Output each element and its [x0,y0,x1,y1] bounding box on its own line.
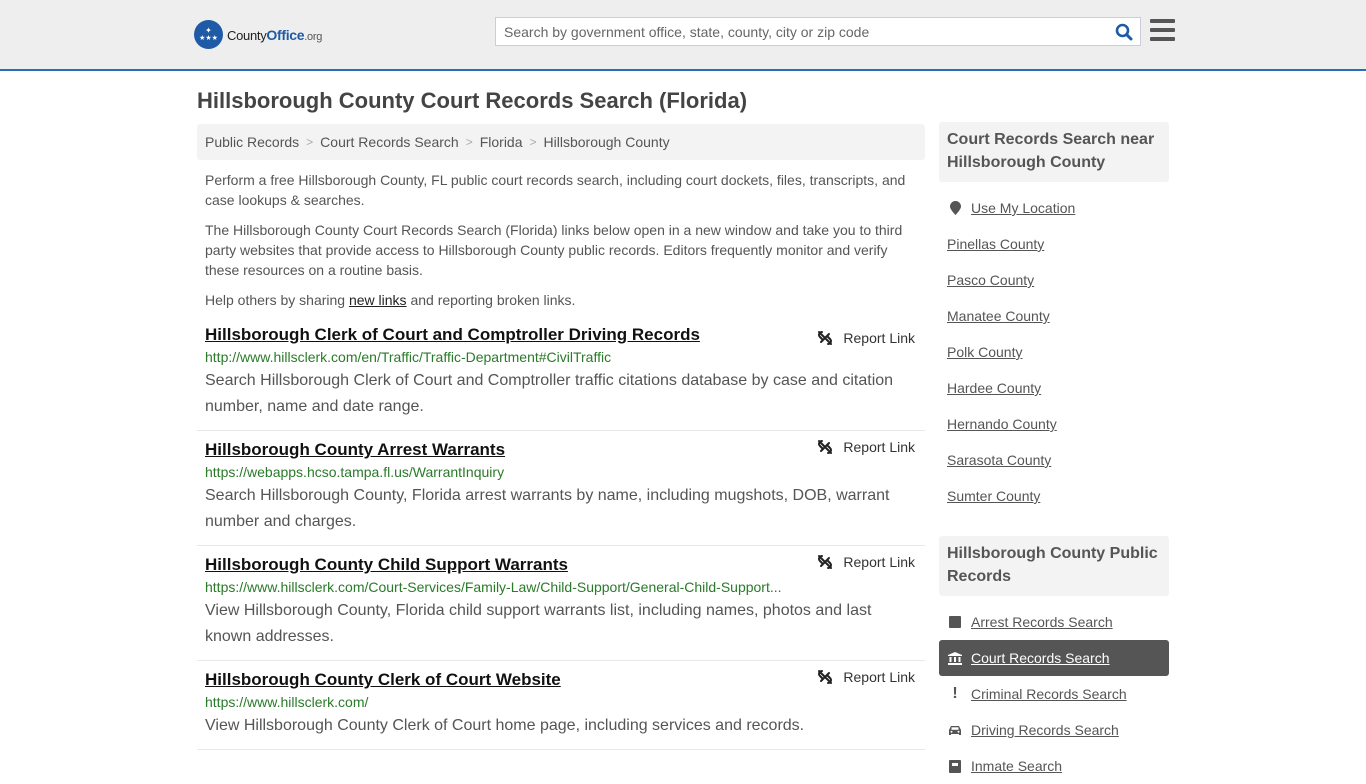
link-url[interactable]: https://www.hillsclerk.com/ [205,692,785,712]
search-bar [495,17,1141,46]
nearby-county-item: Hernando County [947,406,1161,442]
nearby-list: Use My Location Pinellas County Pasco Co… [939,190,1169,514]
driving-records-link[interactable]: Driving Records Search [971,722,1119,738]
new-links-link[interactable]: new links [349,292,407,308]
court-records-link[interactable]: Court Records Search [971,650,1110,666]
use-my-location-item: Use My Location [947,190,1161,226]
link-url[interactable]: https://www.hillsclerk.com/Court-Service… [205,577,785,597]
broken-link-icon [818,555,833,569]
breadcrumb-separator: > [529,135,537,149]
breadcrumb-florida[interactable]: Florida [480,134,523,150]
public-record-item-driving[interactable]: Driving Records Search [939,712,1169,748]
public-record-item-inmate[interactable]: Inmate Search [939,748,1169,784]
public-record-item-criminal[interactable]: ! Criminal Records Search [939,676,1169,712]
public-records-heading: Hillsborough County Public Records [939,536,1169,596]
nearby-county-link[interactable]: Hernando County [947,416,1057,432]
intro-paragraph-3: Help others by sharing new links and rep… [205,292,576,308]
link-description: Search Hillsborough Clerk of Court and C… [205,372,894,415]
logo-eagle-icon: ✦ ★★★ [194,20,223,49]
sidebar-public-records: Hillsborough County Public Records Arres… [939,536,1169,784]
link-item: Hillsborough County Clerk of Court Websi… [197,661,925,750]
report-link-button[interactable]: Report Link [817,669,915,685]
public-record-item-arrest[interactable]: Arrest Records Search [939,604,1169,640]
page-title: Hillsborough County Court Records Search… [197,88,748,113]
intro-text: Perform a free Hillsborough County, FL p… [197,170,925,310]
nearby-county-item: Sumter County [947,478,1161,514]
report-link-button[interactable]: Report Link [817,554,915,570]
nearby-county-item: Hardee County [947,370,1161,406]
breadcrumb-public-records[interactable]: Public Records [205,134,299,150]
nearby-county-link[interactable]: Polk County [947,344,1022,360]
car-icon [947,725,963,736]
nearby-county-link[interactable]: Hardee County [947,380,1041,396]
public-records-list: Arrest Records Search Court Records Sear… [939,604,1169,784]
intro-paragraph-1: Perform a free Hillsborough County, FL p… [205,172,906,208]
intro-paragraph-2: The Hillsborough County Court Records Se… [205,222,903,278]
nearby-county-link[interactable]: Pasco County [947,272,1034,288]
nearby-county-item: Polk County [947,334,1161,370]
link-item: Hillsborough County Child Support Warran… [197,546,925,661]
nearby-county-link[interactable]: Sumter County [947,488,1040,504]
report-link-button[interactable]: Report Link [817,330,915,346]
sidebar-nearby: Court Records Search near Hillsborough C… [939,122,1169,514]
link-description: View Hillsborough County Clerk of Court … [205,717,805,734]
link-description: Search Hillsborough County, Florida arre… [205,487,890,530]
nearby-county-item: Pinellas County [947,226,1161,262]
inmate-icon [947,759,963,773]
nearby-county-item: Manatee County [947,298,1161,334]
search-input[interactable] [496,18,1108,45]
breadcrumb-hillsborough-county[interactable]: Hillsborough County [544,134,670,150]
breadcrumb-court-records-search[interactable]: Court Records Search [320,134,459,150]
logo-text: CountyOffice.org [227,26,323,43]
breadcrumb: Public Records > Court Records Search > … [197,124,925,160]
nearby-county-link[interactable]: Pinellas County [947,236,1044,252]
link-url[interactable]: http://www.hillsclerk.com/en/Traffic/Tra… [205,347,785,367]
inmate-search-link[interactable]: Inmate Search [971,758,1062,774]
site-logo[interactable]: ✦ ★★★ CountyOffice.org [194,20,322,49]
breadcrumb-separator: > [465,135,473,149]
links-list: Hillsborough Clerk of Court and Comptrol… [197,323,925,750]
link-title[interactable]: Hillsborough County Arrest Warrants [205,438,505,462]
nearby-county-link[interactable]: Manatee County [947,308,1050,324]
top-header: ✦ ★★★ CountyOffice.org [0,0,1366,71]
search-button[interactable] [1108,18,1140,45]
broken-link-icon [818,440,833,454]
search-icon [1115,23,1133,40]
public-record-item-court[interactable]: Court Records Search [939,640,1169,676]
breadcrumb-separator: > [306,135,314,149]
criminal-records-link[interactable]: Criminal Records Search [971,686,1127,702]
broken-link-icon [818,331,833,345]
link-title[interactable]: Hillsborough County Clerk of Court Websi… [205,668,561,692]
link-url[interactable]: https://webapps.hcso.tampa.fl.us/Warrant… [205,462,785,482]
arrest-records-link[interactable]: Arrest Records Search [971,614,1113,630]
link-item: Hillsborough County Arrest Warrants Repo… [197,431,925,546]
main-content: Public Records > Court Records Search > … [197,124,925,750]
courthouse-icon [947,651,963,665]
hamburger-menu-icon[interactable] [1150,19,1175,41]
nearby-county-item: Pasco County [947,262,1161,298]
use-my-location-link[interactable]: Use My Location [971,200,1075,216]
report-link-button[interactable]: Report Link [817,439,915,455]
nearby-county-link[interactable]: Sarasota County [947,452,1051,468]
map-pin-icon [947,201,963,215]
broken-link-icon [818,670,833,684]
link-item: Hillsborough Clerk of Court and Comptrol… [197,323,925,431]
square-icon [947,616,963,628]
link-description: View Hillsborough County, Florida child … [205,602,872,645]
nearby-county-item: Sarasota County [947,442,1161,478]
link-title[interactable]: Hillsborough Clerk of Court and Comptrol… [205,323,700,347]
nearby-heading: Court Records Search near Hillsborough C… [939,122,1169,182]
link-title[interactable]: Hillsborough County Child Support Warran… [205,553,568,577]
exclamation-icon: ! [952,685,958,702]
